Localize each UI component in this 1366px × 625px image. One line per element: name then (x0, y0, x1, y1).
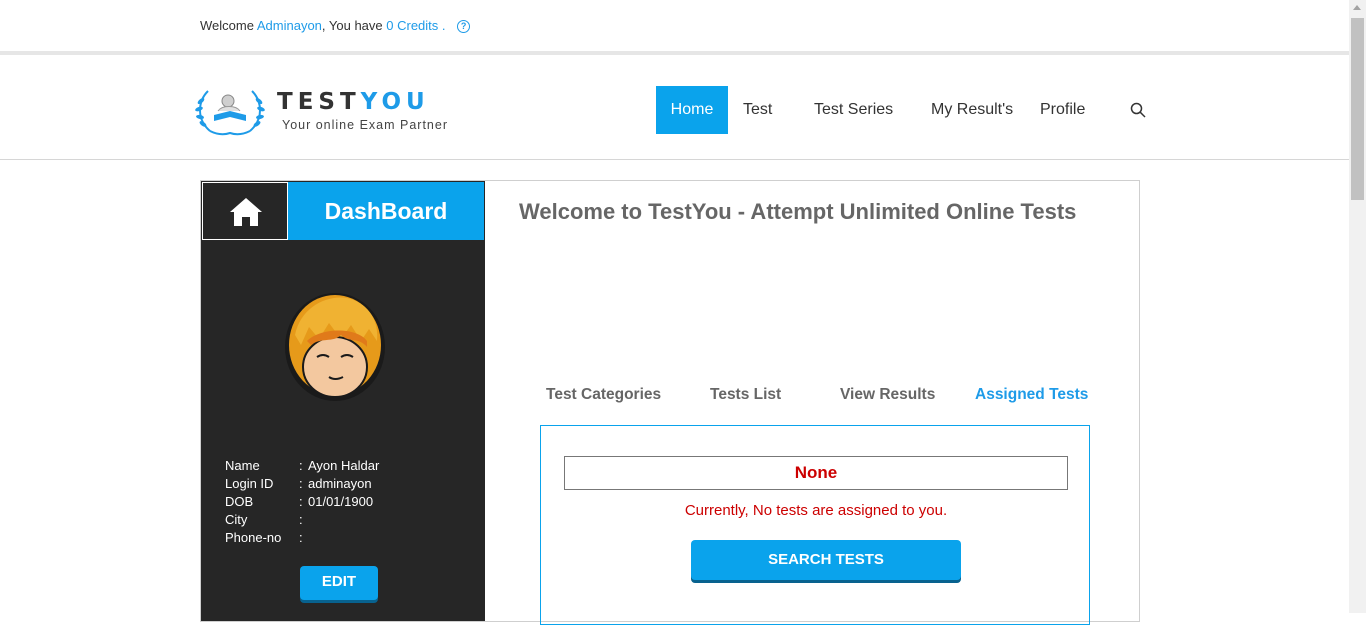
dashboard-panel: DashBoard Name: Ayon Haldar Login ID: admi… (200, 180, 1140, 625)
tab-assigned-tests[interactable]: Assigned Tests (975, 386, 1088, 404)
tab-test-categories[interactable]: Test Categories (546, 386, 661, 404)
home-icon (230, 198, 262, 226)
site-header: TESTYOU Your online Exam Partner Home Te… (0, 55, 1349, 160)
nav-home[interactable]: Home (656, 86, 728, 134)
scroll-up-icon[interactable] (1353, 5, 1361, 10)
credits-dot: . (441, 18, 446, 33)
top-welcome-bar: Welcome Adminayon, You have 0 Credits . … (0, 0, 1349, 55)
scrollbar-thumb[interactable] (1351, 18, 1364, 200)
credits-prefix: , You have (321, 18, 383, 33)
edit-profile-button[interactable]: EDIT (300, 566, 378, 600)
logo-title: TESTYOU (277, 89, 430, 115)
profile-login-value: adminayon (308, 476, 372, 491)
assigned-tests-panel: None Currently, No tests are assigned to… (540, 425, 1090, 625)
profile-name-value: Ayon Haldar (308, 458, 380, 473)
site-logo[interactable]: TESTYOU Your online Exam Partner (194, 83, 464, 139)
dashboard-title: DashBoard (288, 182, 484, 240)
logo-tagline: Your online Exam Partner (282, 118, 448, 132)
welcome-prefix: Welcome (200, 18, 254, 33)
page-scrollbar[interactable] (1349, 0, 1366, 613)
nav-my-results[interactable]: My Result's (931, 86, 1013, 134)
search-icon[interactable] (1130, 102, 1146, 118)
dashboard-header: DashBoard (201, 181, 485, 241)
search-tests-button[interactable]: SEARCH TESTS (691, 540, 961, 580)
tab-view-results[interactable]: View Results (840, 386, 935, 404)
welcome-message: Welcome Adminayon, You have 0 Credits . … (200, 18, 471, 33)
assigned-tests-select[interactable]: None (564, 456, 1068, 490)
tab-tests-list[interactable]: Tests List (710, 386, 781, 404)
page-title: Welcome to TestYou - Attempt Unlimited O… (519, 199, 1077, 224)
nav-test[interactable]: Test (743, 86, 772, 134)
profile-row-city: City: (225, 512, 303, 527)
no-tests-message: Currently, No tests are assigned to you. (684, 502, 948, 519)
profile-sidebar: DashBoard Name: Ayon Haldar Login ID: admi… (201, 181, 485, 621)
nav-test-series[interactable]: Test Series (814, 86, 893, 134)
profile-row-dob: DOB:01/01/1900 (225, 494, 374, 509)
credits-link[interactable]: 0 Credits (386, 18, 438, 33)
help-icon[interactable]: ? (457, 20, 471, 33)
profile-row-login: Login ID: adminayon (225, 476, 372, 491)
profile-dob-value: 01/01/1900 (308, 494, 374, 509)
content-tabs: Test Categories Tests List View Results … (519, 386, 1119, 410)
profile-row-name: Name: Ayon Haldar (225, 458, 380, 473)
nav-profile[interactable]: Profile (1040, 86, 1085, 134)
avatar (285, 293, 385, 401)
laurel-logo-icon (195, 90, 265, 136)
home-button[interactable] (202, 182, 297, 240)
profile-row-phone: Phone-no: (225, 530, 303, 545)
username-link[interactable]: Adminayon (257, 18, 322, 33)
profile-details: Name: Ayon Haldar Login ID: adminayon DOB:… (225, 457, 379, 547)
